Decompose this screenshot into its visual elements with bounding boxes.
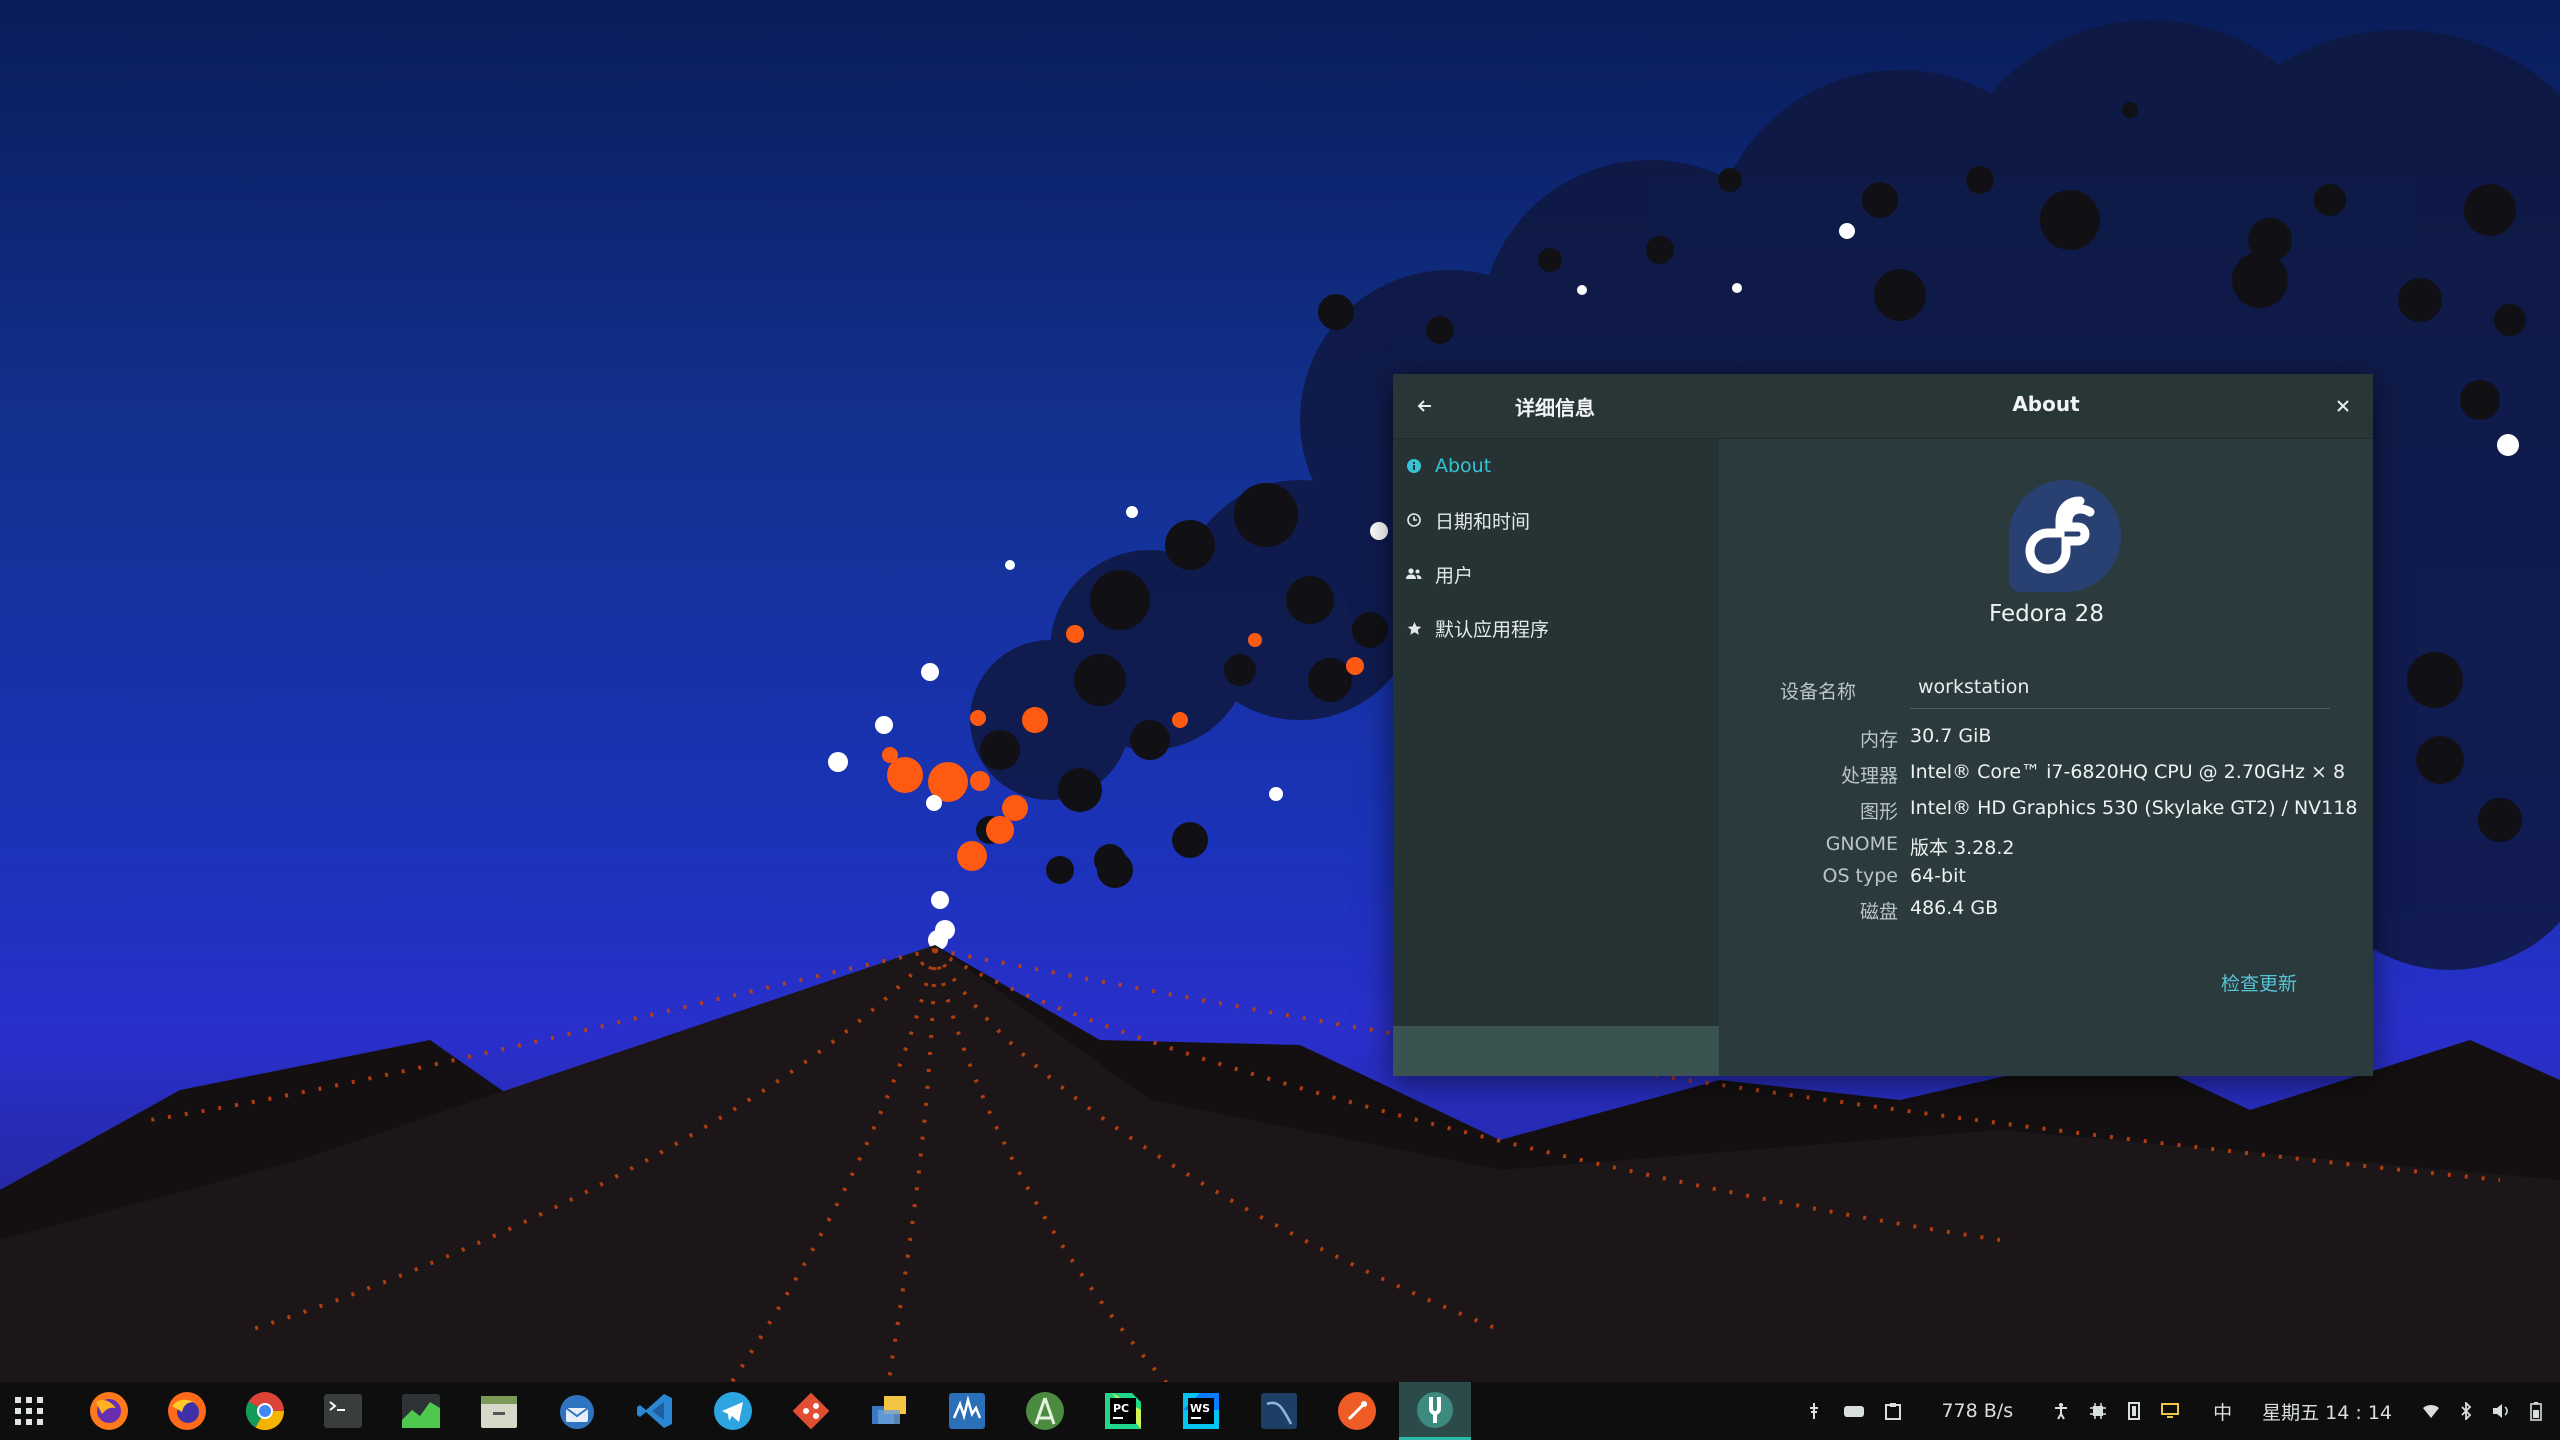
detail-key: 处理器 bbox=[1840, 765, 1898, 787]
device-name-field[interactable]: workstation bbox=[1910, 669, 2330, 709]
pycharm-icon[interactable]: PC bbox=[1094, 1382, 1152, 1440]
firefox-alt-icon[interactable] bbox=[158, 1382, 216, 1440]
detail-row-os-type: OS type 64-bit bbox=[1720, 865, 2373, 895]
terminal-icon[interactable] bbox=[314, 1382, 372, 1440]
detail-row-memory: 内存 30.7 GiB bbox=[1720, 725, 2373, 755]
keyboard-icon[interactable] bbox=[1843, 1403, 1865, 1419]
mysql-workbench-icon[interactable] bbox=[1250, 1382, 1308, 1440]
webstorm-icon[interactable]: WS bbox=[1172, 1382, 1230, 1440]
files-icon[interactable] bbox=[470, 1382, 528, 1440]
wifi-icon[interactable] bbox=[2422, 1403, 2440, 1419]
detail-key: GNOME bbox=[1825, 833, 1898, 855]
fedora-logo bbox=[2008, 479, 2122, 593]
cpu-icon[interactable] bbox=[2089, 1402, 2107, 1420]
memory-icon[interactable] bbox=[2127, 1402, 2141, 1420]
window-titlebar: 详细信息 About bbox=[1393, 374, 2373, 439]
settings-window: 详细信息 About About 日期和时间 用户 默认应用程序 Fedora … bbox=[1393, 374, 2373, 1076]
sidebar-item-label: 默认应用程序 bbox=[1435, 618, 1550, 641]
detail-value: 30.7 GiB bbox=[1910, 725, 1992, 747]
settings-icon[interactable] bbox=[1399, 1382, 1471, 1440]
info-icon bbox=[1405, 457, 1423, 475]
system-monitor-icon[interactable] bbox=[392, 1382, 450, 1440]
volume-icon[interactable] bbox=[2492, 1403, 2510, 1419]
detail-value: Intel® Core™ i7-6820HQ CPU @ 2.70GHz × 8 bbox=[1910, 761, 2346, 783]
star-icon bbox=[1405, 619, 1423, 637]
detail-row-graphics: 图形 Intel® HD Graphics 530 (Skylake GT2) … bbox=[1720, 797, 2373, 827]
sidebar-item-users[interactable]: 用户 bbox=[1393, 547, 1719, 601]
taskbar-app-list: PC WS bbox=[80, 1382, 1484, 1440]
sidebar-footer bbox=[1393, 1026, 1719, 1076]
window-title: About bbox=[2012, 392, 2080, 416]
detail-key: 图形 bbox=[1859, 801, 1898, 823]
svg-text:PC: PC bbox=[1113, 1402, 1129, 1415]
detail-value: Intel® HD Graphics 530 (Skylake GT2) / N… bbox=[1910, 797, 2358, 819]
detail-row-disk: 磁盘 486.4 GB bbox=[1720, 897, 2373, 927]
detail-value: 版本 3.28.2 bbox=[1910, 837, 2015, 859]
usb-icon[interactable] bbox=[1805, 1402, 1823, 1420]
detail-key: 内存 bbox=[1859, 729, 1898, 751]
close-button[interactable] bbox=[2327, 390, 2359, 422]
detail-row-gnome: GNOME 版本 3.28.2 bbox=[1720, 833, 2373, 863]
sidebar-item-label: About bbox=[1435, 455, 1492, 477]
postman-icon[interactable] bbox=[1328, 1382, 1386, 1440]
git-icon[interactable] bbox=[782, 1382, 840, 1440]
sidebar-item-datetime[interactable]: 日期和时间 bbox=[1393, 493, 1719, 547]
check-updates-button[interactable]: 检查更新 bbox=[2221, 969, 2297, 996]
detail-key: OS type bbox=[1822, 865, 1899, 887]
clock-icon bbox=[1405, 511, 1423, 529]
chrome-icon[interactable] bbox=[236, 1382, 294, 1440]
telegram-icon[interactable] bbox=[704, 1382, 762, 1440]
device-name-label: 设备名称 bbox=[1780, 681, 1857, 703]
sidebar-item-default-apps[interactable]: 默认应用程序 bbox=[1393, 601, 1719, 655]
settings-sidebar: About 日期和时间 用户 默认应用程序 bbox=[1393, 439, 1719, 1076]
firefox-icon[interactable] bbox=[80, 1382, 138, 1440]
vscode-icon[interactable] bbox=[626, 1382, 684, 1440]
detail-key: 磁盘 bbox=[1859, 901, 1898, 923]
close-icon bbox=[2337, 400, 2349, 412]
clock[interactable]: 星期五 14 : 14 bbox=[2262, 1398, 2392, 1425]
taskbar: PC WS 778 B/s 中 星期五 14: 14 bbox=[0, 1382, 2560, 1440]
thunderbird-icon[interactable] bbox=[548, 1382, 606, 1440]
android-studio-icon[interactable] bbox=[1016, 1382, 1074, 1440]
clipboard-icon[interactable] bbox=[1885, 1402, 1902, 1420]
sidebar-item-label: 用户 bbox=[1435, 564, 1474, 587]
display-icon[interactable] bbox=[2161, 1403, 2180, 1419]
sidebar-item-label: 日期和时间 bbox=[1435, 510, 1531, 533]
sidebar-item-about[interactable]: About bbox=[1393, 439, 1719, 493]
network-speed: 778 B/s bbox=[1941, 1400, 2014, 1422]
virtualbox-icon[interactable] bbox=[860, 1382, 918, 1440]
about-panel: Fedora 28 设备名称 workstation 内存 30.7 GiB 处… bbox=[1720, 439, 2373, 1076]
detail-row-processor: 处理器 Intel® Core™ i7-6820HQ CPU @ 2.70GHz… bbox=[1720, 761, 2373, 791]
users-icon bbox=[1405, 565, 1423, 583]
battery-icon[interactable] bbox=[2530, 1401, 2542, 1421]
accessibility-icon[interactable] bbox=[2053, 1402, 2069, 1420]
system-tray: 778 B/s 中 星期五 14 : 14 bbox=[1795, 1382, 2560, 1440]
detail-value: 64-bit bbox=[1910, 865, 1966, 887]
input-method-indicator[interactable]: 中 bbox=[2213, 1398, 2232, 1425]
wireshark-icon[interactable] bbox=[938, 1382, 996, 1440]
app-grid-icon[interactable] bbox=[14, 1396, 44, 1426]
svg-text:WS: WS bbox=[1190, 1402, 1210, 1415]
detail-value: 486.4 GB bbox=[1910, 897, 1999, 919]
bluetooth-icon[interactable] bbox=[2460, 1402, 2472, 1420]
os-name: Fedora 28 bbox=[1989, 601, 2104, 627]
